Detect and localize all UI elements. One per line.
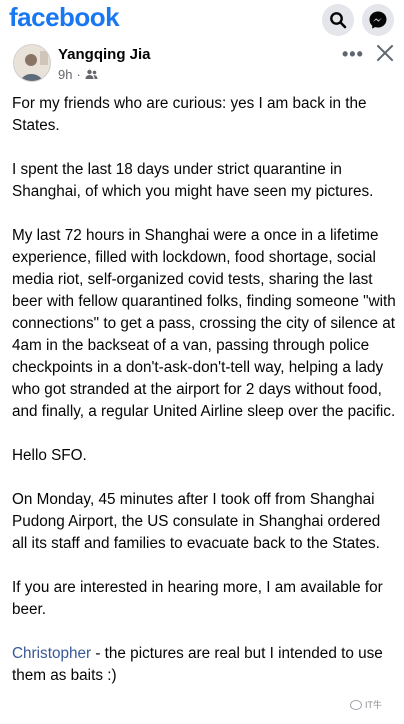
top-bar: facebook bbox=[0, 0, 404, 38]
facebook-logo[interactable]: facebook bbox=[9, 2, 120, 33]
friends-icon bbox=[85, 69, 98, 79]
more-options-button[interactable]: ••• bbox=[342, 44, 364, 65]
search-icon bbox=[330, 12, 347, 29]
meta-separator: · bbox=[76, 67, 81, 82]
search-button[interactable] bbox=[322, 4, 354, 36]
post-paragraph-last: Christopher - the pictures are real but … bbox=[12, 643, 396, 687]
post-paragraph: For my friends who are curious: yes I am… bbox=[12, 95, 367, 134]
post-paragraph: I spent the last 18 days under strict qu… bbox=[12, 161, 374, 200]
post-paragraph: Hello SFO. bbox=[12, 447, 87, 464]
wechat-icon bbox=[350, 699, 362, 710]
post-time[interactable]: 9h bbox=[58, 67, 72, 82]
messenger-icon bbox=[369, 11, 387, 29]
post-paragraph: On Monday, 45 minutes after I took off f… bbox=[12, 491, 381, 552]
post-meta: 9h · bbox=[58, 67, 98, 82]
mention-link[interactable]: Christopher bbox=[12, 645, 91, 662]
avatar-photo bbox=[14, 45, 50, 81]
avatar[interactable] bbox=[13, 44, 51, 82]
author-name[interactable]: Yangqing Jia bbox=[58, 46, 151, 63]
watermark-text: IT牛 bbox=[365, 700, 382, 710]
post-paragraph: If you are interested in hearing more, I… bbox=[12, 579, 383, 618]
post-paragraph: My last 72 hours in Shanghai were a once… bbox=[12, 227, 396, 420]
close-icon[interactable] bbox=[374, 42, 396, 64]
watermark: IT牛 bbox=[350, 698, 382, 711]
post-body: For my friends who are curious: yes I am… bbox=[12, 93, 396, 709]
messenger-button[interactable] bbox=[362, 4, 394, 36]
post-header: Yangqing Jia 9h · ••• bbox=[0, 40, 404, 88]
